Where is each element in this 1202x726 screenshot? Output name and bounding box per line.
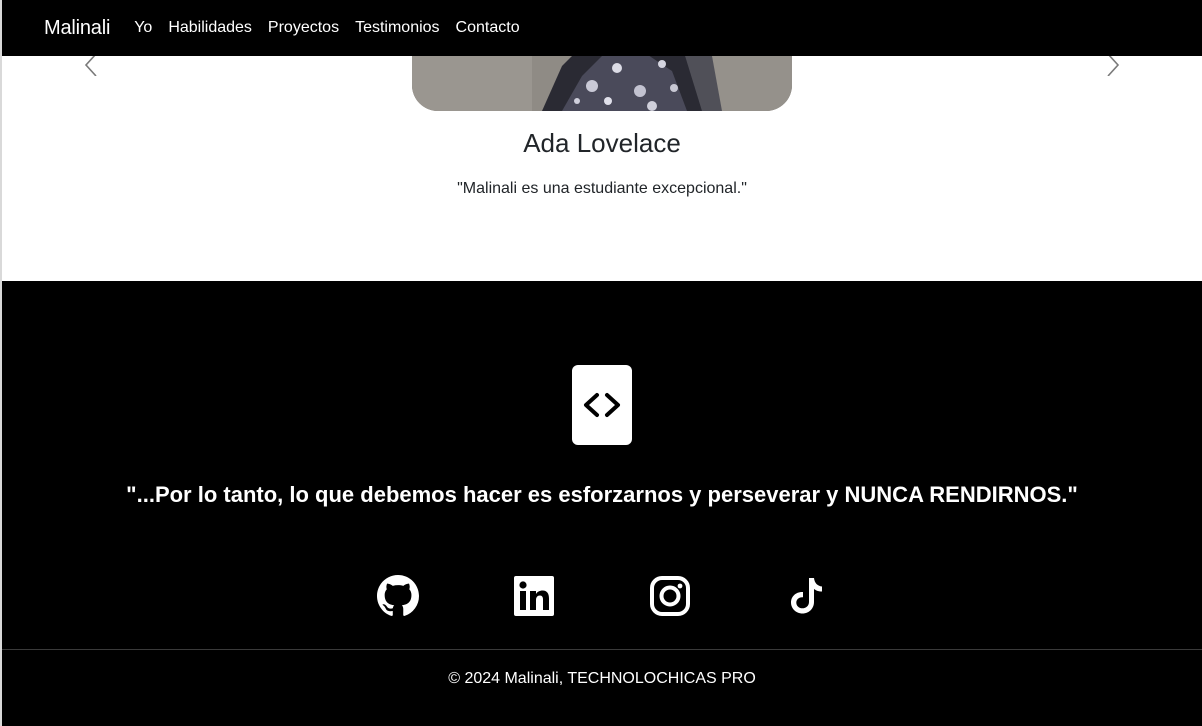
carousel-next-button[interactable]: [1102, 56, 1122, 76]
nav-link-contacto[interactable]: Contacto: [456, 19, 520, 37]
carousel-prev-button[interactable]: [82, 56, 102, 76]
linkedin-icon: [514, 576, 554, 616]
code-brackets-icon: [584, 393, 620, 417]
nav-link-habilidades[interactable]: Habilidades: [168, 19, 252, 37]
testimonial-quote: "Malinali es una estudiante excepcional.…: [457, 180, 747, 197]
footer-motto: "...Por lo tanto, lo que debemos hacer e…: [126, 482, 1078, 507]
window-edge: [0, 0, 2, 726]
testimonials-carousel: Ada Lovelace "Malinali es una estudiante…: [2, 56, 1202, 281]
brand-link[interactable]: Malinali: [44, 17, 110, 40]
chevron-left-icon: [84, 56, 97, 76]
github-link[interactable]: [377, 575, 419, 617]
tiktok-icon: [791, 578, 822, 614]
testimonial-name: Ada Lovelace: [523, 128, 681, 158]
nav-links: Yo Habilidades Proyectos Testimonios Con…: [124, 19, 525, 37]
footer: "...Por lo tanto, lo que debemos hacer e…: [2, 281, 1202, 726]
social-links: [2, 575, 1202, 617]
navbar: Malinali Yo Habilidades Proyectos Testim…: [2, 0, 1202, 56]
tiktok-link[interactable]: [785, 575, 827, 617]
instagram-link[interactable]: [649, 575, 691, 617]
code-logo: [572, 365, 632, 445]
nav-link-proyectos[interactable]: Proyectos: [268, 19, 339, 37]
footer-divider: [2, 649, 1202, 650]
linkedin-link[interactable]: [513, 575, 555, 617]
instagram-icon: [650, 576, 690, 616]
testimonial-photo: [412, 56, 792, 111]
nav-link-yo[interactable]: Yo: [134, 19, 152, 37]
copyright-text: © 2024 Malinali, TECHNOLOCHICAS PRO: [448, 670, 756, 687]
github-icon: [377, 575, 419, 616]
chevron-right-icon: [1107, 56, 1120, 76]
nav-link-testimonios[interactable]: Testimonios: [355, 19, 439, 37]
